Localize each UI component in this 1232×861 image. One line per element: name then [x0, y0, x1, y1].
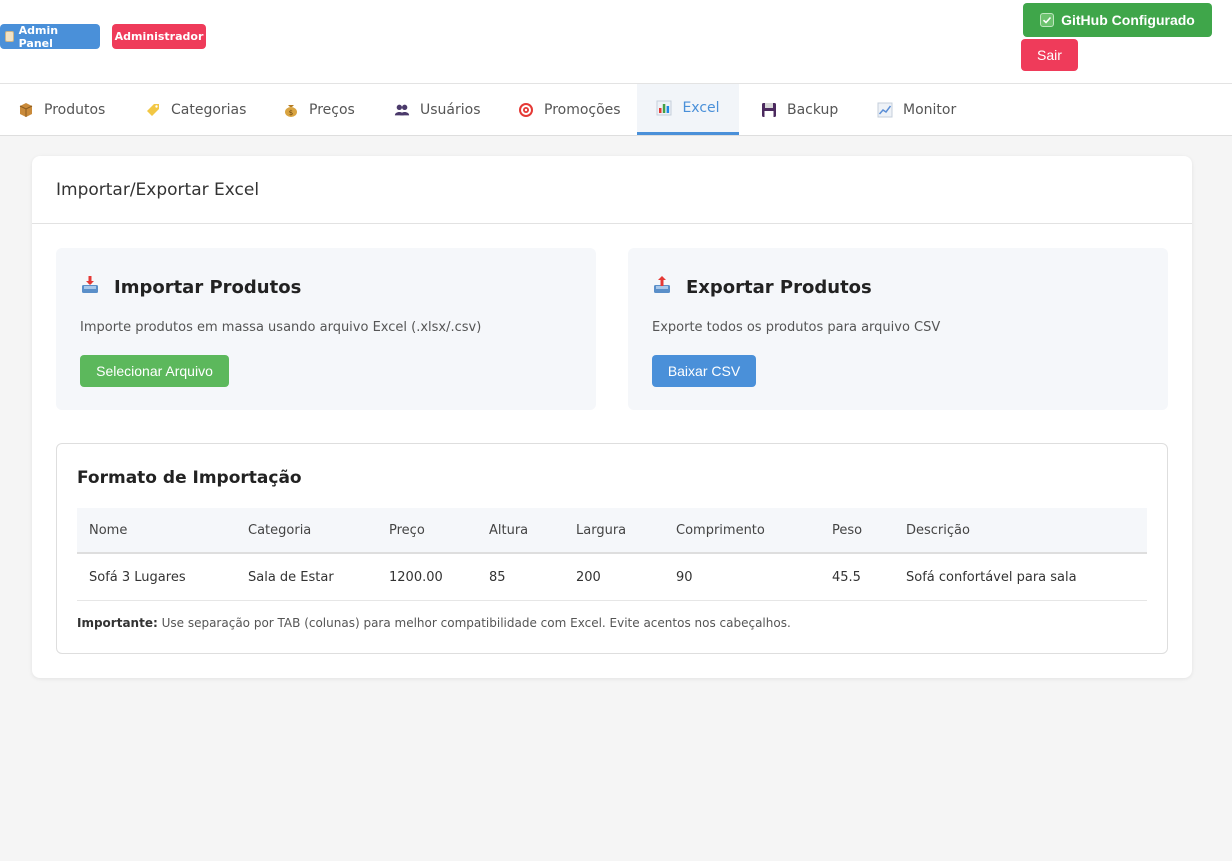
table-cell: 45.5	[832, 569, 861, 585]
card-header: Importar/Exportar Excel	[32, 156, 1192, 224]
role-badge: Administrador	[112, 24, 206, 49]
floppy-disk-icon	[761, 102, 777, 118]
package-icon	[18, 102, 34, 118]
table-row: Sofá 3 Lugares Sala de Estar 1200.00 85 …	[77, 554, 1147, 601]
admin-panel-badge: Admin Panel	[0, 23, 100, 50]
column-header: Comprimento	[676, 522, 765, 538]
table-header: Nome Categoria Preço Altura Largura Comp…	[77, 508, 1147, 554]
tab-promocoes[interactable]: Promoções	[518, 84, 621, 135]
import-description: Importe produtos em massa usando arquivo…	[80, 320, 482, 335]
tab-produtos[interactable]: Produtos	[18, 84, 105, 135]
tab-categorias[interactable]: Categorias	[145, 84, 246, 135]
import-format-box: Formato de Importação Nome Categoria Pre…	[56, 443, 1168, 654]
money-bag-icon: $	[283, 102, 299, 118]
column-header: Largura	[576, 522, 627, 538]
column-header: Altura	[489, 522, 529, 538]
table-cell: 90	[676, 569, 693, 585]
github-configured-button[interactable]: GitHub Configurado	[1023, 3, 1212, 37]
svg-text:$: $	[289, 109, 293, 117]
import-title: Importar Produtos	[80, 275, 301, 300]
users-icon	[394, 102, 410, 118]
tag-icon	[145, 102, 161, 118]
tab-label: Categorias	[171, 101, 247, 118]
nav-tabs: Produtos Categorias $ Preços Usuários Pr…	[0, 84, 1232, 136]
download-csv-button[interactable]: Baixar CSV	[652, 355, 756, 387]
tab-excel[interactable]: Excel	[637, 84, 739, 135]
line-chart-icon	[877, 102, 893, 118]
top-bar: Admin Panel Administrador GitHub Configu…	[0, 0, 1232, 84]
tab-label: Usuários	[420, 101, 481, 118]
check-icon	[1040, 13, 1055, 27]
table-cell: Sofá confortável para sala	[906, 569, 1077, 585]
tab-label: Backup	[787, 101, 839, 118]
target-icon	[518, 102, 534, 118]
clipboard-icon	[5, 31, 14, 42]
bar-chart-icon	[656, 100, 672, 116]
column-header: Preço	[389, 522, 425, 538]
import-title-text: Importar Produtos	[114, 277, 302, 298]
tab-backup[interactable]: Backup	[761, 84, 838, 135]
column-header: Categoria	[248, 522, 312, 538]
format-table: Nome Categoria Preço Altura Largura Comp…	[77, 508, 1147, 601]
export-title-text: Exportar Produtos	[686, 277, 872, 298]
admin-panel-label: Admin Panel	[18, 23, 59, 50]
outbox-tray-icon	[652, 275, 672, 300]
tab-label: Preços	[309, 101, 355, 118]
inbox-tray-icon	[80, 275, 100, 300]
table-cell: 1200.00	[389, 569, 443, 585]
column-header: Peso	[832, 522, 863, 538]
note-text: Use separação por TAB (colunas) para mel…	[157, 616, 791, 630]
table-cell: Sala de Estar	[248, 569, 334, 585]
column-header: Nome	[89, 522, 128, 538]
select-file-button[interactable]: Selecionar Arquivo	[80, 355, 229, 387]
table-cell: 200	[576, 569, 601, 585]
export-title: Exportar Produtos	[652, 275, 872, 300]
excel-card: Importar/Exportar Excel Importar Produto…	[32, 156, 1192, 678]
export-panel: Exportar Produtos Exporte todos os produ…	[628, 248, 1168, 410]
table-cell: Sofá 3 Lugares	[89, 569, 186, 585]
page-title: Importar/Exportar Excel	[56, 179, 260, 200]
export-description: Exporte todos os produtos para arquivo C…	[652, 320, 941, 335]
tab-label: Excel	[682, 100, 720, 116]
tab-precos[interactable]: $ Preços	[283, 84, 355, 135]
format-title: Formato de Importação	[77, 468, 302, 488]
column-header: Descrição	[906, 522, 970, 538]
logout-button[interactable]: Sair	[1021, 39, 1078, 71]
tab-label: Monitor	[903, 101, 957, 118]
github-button-label: GitHub Configurado	[1061, 12, 1195, 28]
import-panel: Importar Produtos Importe produtos em ma…	[56, 248, 596, 410]
note-label: Importante:	[77, 616, 158, 630]
tab-monitor[interactable]: Monitor	[877, 84, 956, 135]
tab-usuarios[interactable]: Usuários	[394, 84, 481, 135]
tab-label: Produtos	[44, 101, 106, 118]
table-cell: 85	[489, 569, 506, 585]
tab-label: Promoções	[544, 101, 621, 118]
import-note: Importante: Use separação por TAB (colun…	[77, 616, 791, 630]
